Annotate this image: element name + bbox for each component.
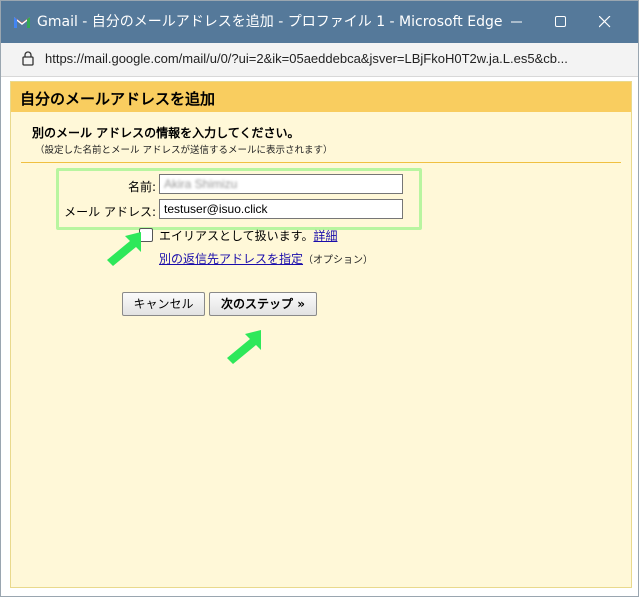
close-button[interactable] <box>586 7 626 37</box>
email-label: メール アドレス: <box>64 205 156 219</box>
instruction-note: （設定した名前とメール アドレスが送信するメールに表示されます） <box>35 145 333 156</box>
email-value: testuser@isuo.click <box>164 202 268 216</box>
pointer-arrow-icon <box>227 330 261 364</box>
divider <box>21 162 621 163</box>
alias-label: エイリアスとして扱います。 <box>159 229 314 243</box>
dialog-header: 自分のメールアドレスを追加 <box>11 82 631 112</box>
name-label: 名前: <box>127 180 156 194</box>
title-bar: Gmail - 自分のメールアドレスを追加 - プロファイル 1 - Micro… <box>1 1 638 43</box>
address-bar[interactable]: https://mail.google.com/mail/u/0/?ui=2&i… <box>1 43 638 77</box>
name-input[interactable]: Akira Shimizu <box>159 174 403 194</box>
instruction-text: 別のメール アドレスの情報を入力してください。 <box>32 126 300 140</box>
pointer-arrow-icon <box>107 232 141 266</box>
browser-window: Gmail - 自分のメールアドレスを追加 - プロファイル 1 - Micro… <box>0 0 639 597</box>
details-link[interactable]: 詳細 <box>313 229 337 243</box>
next-step-button[interactable]: 次のステップ » <box>209 292 317 316</box>
gmail-icon <box>14 17 30 28</box>
optional-note: （オプション） <box>303 255 374 266</box>
reply-to-option: 別の返信先アドレスを指定（オプション） <box>159 250 373 267</box>
maximize-button[interactable] <box>542 7 582 37</box>
minimize-button[interactable] <box>498 7 538 37</box>
cancel-button[interactable]: キャンセル <box>122 292 205 316</box>
url-text[interactable]: https://mail.google.com/mail/u/0/?ui=2&i… <box>45 51 630 66</box>
window-title: Gmail - 自分のメールアドレスを追加 - プロファイル 1 - Micro… <box>37 14 503 30</box>
email-input[interactable]: testuser@isuo.click <box>159 199 403 219</box>
close-icon <box>599 16 611 28</box>
lock-icon[interactable] <box>22 51 34 66</box>
add-address-dialog: 自分のメールアドレスを追加 別のメール アドレスの情報を入力してください。 （設… <box>10 81 632 588</box>
name-value: Akira Shimizu <box>164 177 238 191</box>
reply-to-link[interactable]: 別の返信先アドレスを指定 <box>159 252 303 266</box>
alias-option: エイリアスとして扱います。詳細 <box>159 227 337 244</box>
dialog-title: 自分のメールアドレスを追加 <box>20 90 216 108</box>
